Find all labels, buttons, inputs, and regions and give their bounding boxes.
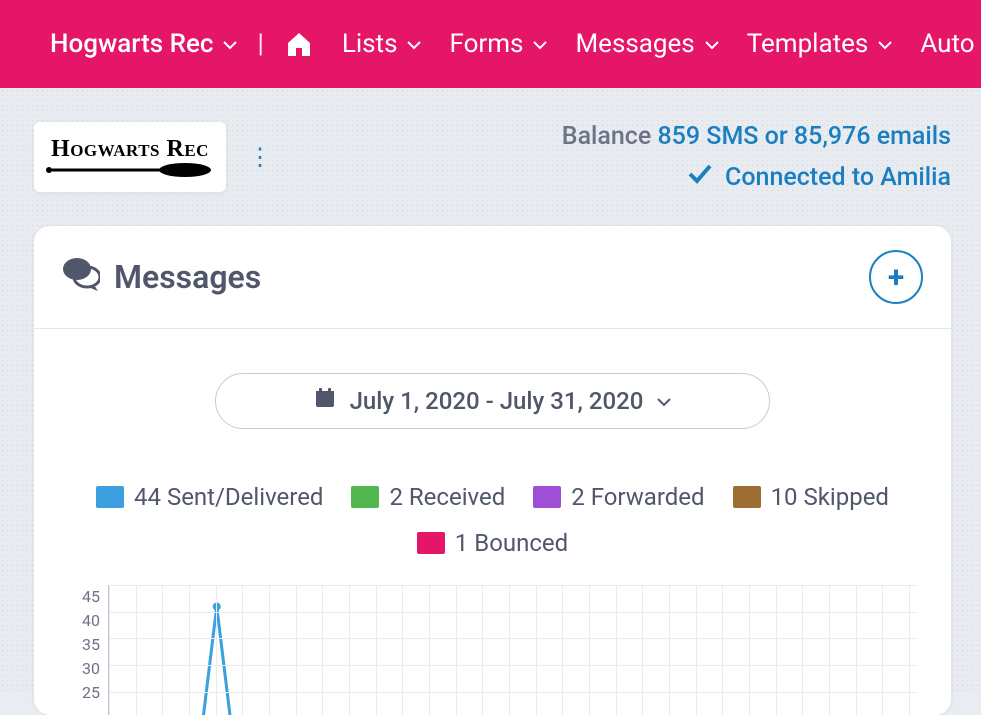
nav-auto[interactable]: Auto (920, 29, 974, 59)
page-body: Hogwarts Rec ⋮ Balance 859 SMS or 85,976… (0, 88, 981, 693)
balance-line: Balance 859 SMS or 85,976 emails (562, 122, 951, 151)
chevron-down-icon (407, 29, 421, 59)
card-body: July 1, 2020 - July 31, 2020 44 Sent/Del… (34, 329, 951, 715)
legend-item[interactable]: 1 Bounced (417, 529, 568, 557)
chevron-down-icon (533, 29, 547, 59)
nav-lists[interactable]: Lists (342, 29, 422, 59)
date-range-picker[interactable]: July 1, 2020 - July 31, 2020 (215, 373, 770, 429)
status-row: Hogwarts Rec ⋮ Balance 859 SMS or 85,976… (34, 122, 951, 194)
y-tick: 40 (82, 609, 100, 633)
legend-label: 10 Skipped (771, 483, 889, 511)
chevron-down-icon (657, 387, 671, 415)
legend-item[interactable]: 44 Sent/Delivered (96, 483, 323, 511)
home-button[interactable] (284, 29, 314, 59)
org-switcher[interactable]: Hogwarts Rec (50, 29, 237, 59)
legend-swatch (733, 486, 761, 508)
messages-card: Messages + July 1, 2020 - July 31, 2020 … (34, 226, 951, 715)
legend-swatch (417, 532, 445, 554)
legend-item[interactable]: 2 Forwarded (533, 483, 704, 511)
org-logo-text: Hogwarts Rec (51, 136, 209, 163)
status-right: Balance 859 SMS or 85,976 emails Connect… (562, 122, 951, 194)
nav-messages[interactable]: Messages (575, 29, 718, 59)
org-menu-kebab[interactable]: ⋮ (248, 145, 272, 169)
y-tick: 30 (82, 657, 100, 681)
check-icon (687, 161, 713, 194)
legend-swatch (351, 486, 379, 508)
legend-label: 2 Received (389, 483, 505, 511)
chevron-down-icon (705, 29, 719, 59)
legend-item[interactable]: 2 Received (351, 483, 505, 511)
legend-label: 1 Bounced (455, 529, 568, 557)
legend-swatch (533, 486, 561, 508)
plot-area (108, 585, 917, 715)
legend-item[interactable]: 10 Skipped (733, 483, 889, 511)
broom-icon (45, 161, 215, 179)
date-range-text: July 1, 2020 - July 31, 2020 (350, 387, 644, 415)
chevron-down-icon (223, 29, 237, 59)
connected-line[interactable]: Connected to Amilia (562, 161, 951, 194)
nav-forms[interactable]: Forms (449, 29, 547, 59)
legend-label: 2 Forwarded (571, 483, 704, 511)
top-navbar: AM Hogwarts Rec | Lists Forms Messages T… (0, 0, 981, 88)
org-box: Hogwarts Rec ⋮ (34, 122, 272, 192)
balance-link[interactable]: 859 SMS or 85,976 emails (657, 122, 951, 151)
org-logo-card[interactable]: Hogwarts Rec (34, 122, 226, 192)
y-tick: 35 (82, 633, 100, 657)
nav-divider: | (257, 29, 263, 59)
chart-legend: 44 Sent/Delivered 2 Received 2 Forwarded 10… (68, 483, 917, 557)
chart: 4540353025 (68, 585, 917, 715)
org-name: Hogwarts Rec (50, 29, 213, 59)
card-title: Messages (62, 255, 261, 299)
legend-label: 44 Sent/Delivered (134, 483, 323, 511)
card-header: Messages + (34, 226, 951, 329)
chevron-down-icon (878, 29, 892, 59)
nav-templates[interactable]: Templates (747, 29, 893, 59)
y-axis: 4540353025 (68, 585, 100, 705)
chat-icon (62, 255, 100, 299)
legend-swatch (96, 486, 124, 508)
y-tick: 25 (82, 681, 100, 705)
y-tick: 45 (82, 585, 100, 609)
new-message-button[interactable]: + (869, 250, 923, 304)
calendar-icon (314, 387, 336, 415)
